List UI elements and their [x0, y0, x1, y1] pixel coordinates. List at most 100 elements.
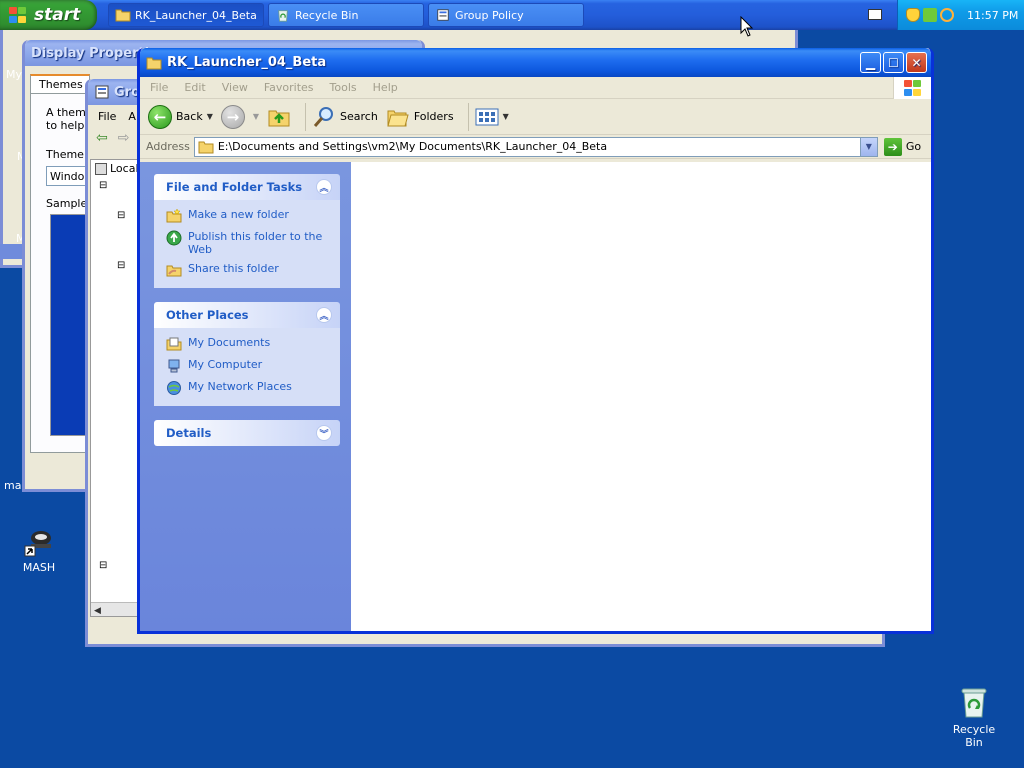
desktop-icon-label: Recycle Bin — [952, 723, 996, 749]
file-list-area[interactable] — [351, 162, 931, 631]
views-button[interactable]: ▼ — [475, 107, 509, 127]
theme-sample-preview — [50, 214, 90, 436]
tree-expander[interactable]: ⊟ — [99, 560, 107, 571]
taskbar-button-rk-launcher[interactable]: RK_Launcher_04_Beta — [108, 3, 264, 27]
explorer-window[interactable]: RK_Launcher_04_Beta ▁ ☐ ✕ File Edit View… — [137, 48, 934, 634]
back-label: Back — [176, 110, 203, 123]
tree-root[interactable]: Local — [95, 162, 139, 175]
menu-edit[interactable]: Edit — [184, 81, 205, 94]
menu-tools[interactable]: Tools — [330, 81, 357, 94]
policy-icon — [95, 162, 107, 175]
menu-action[interactable]: A — [128, 110, 136, 123]
theme-label: Theme: — [46, 148, 88, 161]
folder-icon — [115, 9, 131, 22]
panel-body: My Documents My Computer My Network Plac… — [154, 328, 340, 406]
other-places-panel: Other Places ︽ My Documents My Computer … — [154, 302, 340, 406]
forward-arrow-icon[interactable]: ⇨ — [118, 130, 130, 146]
network-icon[interactable] — [923, 8, 937, 22]
panel-header[interactable]: File and Folder Tasks ︽ — [154, 174, 340, 200]
tree-pane[interactable]: Local ⊟ ⊟ ⊟ ⊟ ◀ — [90, 159, 139, 617]
panel-header[interactable]: Details ︾ — [154, 420, 340, 446]
tree-expander[interactable]: ⊟ — [117, 210, 125, 221]
mash-icon — [24, 531, 51, 557]
close-button[interactable]: ✕ — [906, 52, 927, 73]
tree-expander[interactable]: ⊟ — [99, 180, 107, 191]
views-icon — [475, 108, 499, 125]
place-my-network-places[interactable]: My Network Places — [166, 380, 332, 396]
desktop-icon-label: MASH — [22, 561, 56, 574]
folders-icon — [387, 110, 409, 126]
keyboard-layout-icon[interactable] — [868, 9, 882, 20]
address-value: E:\Documents and Settings\vm2\My Documen… — [217, 140, 608, 153]
minimize-button[interactable]: ▁ — [860, 52, 881, 73]
toolbar-separator — [467, 102, 469, 131]
menu-file[interactable]: File — [150, 81, 168, 94]
minimize-icon: ▁ — [865, 55, 876, 70]
back-arrow-icon[interactable]: ⇦ — [96, 130, 108, 146]
address-dropdown-button[interactable]: ▼ — [859, 137, 877, 156]
search-label: Search — [340, 110, 378, 123]
details-panel: Details ︾ — [154, 420, 340, 446]
task-publish-web[interactable]: Publish this folder to the Web — [166, 230, 332, 256]
clock[interactable]: 11:57 PM — [967, 9, 1018, 22]
my-documents-icon — [166, 337, 182, 351]
window-title[interactable]: RK_Launcher_04_Beta ▁ ☐ ✕ — [140, 48, 931, 77]
dropdown-arrow-icon[interactable]: ▼ — [503, 112, 509, 121]
address-bar: Address E:\Documents and Settings\vm2\My… — [140, 135, 931, 159]
windows-flag-icon — [903, 79, 923, 97]
start-label: start — [34, 5, 81, 25]
recycle-bin-icon — [278, 10, 288, 22]
search-button[interactable]: Search — [312, 105, 378, 129]
security-shield-icon[interactable] — [906, 8, 920, 22]
horizontal-scrollbar[interactable]: ◀ — [91, 602, 137, 616]
up-folder-icon — [268, 110, 290, 126]
dropdown-arrow-icon[interactable]: ▼ — [253, 112, 259, 121]
expand-chevron-icon[interactable]: ︾ — [316, 425, 332, 441]
toolbar-separator — [305, 102, 307, 131]
scroll-left-icon[interactable]: ◀ — [91, 606, 101, 616]
desktop-icon-recycle-bin[interactable]: Recycle Bin — [944, 686, 1004, 749]
back-button[interactable]: ← Back ▼ — [148, 104, 213, 129]
share-folder-icon — [166, 265, 182, 277]
maximize-icon: ☐ — [888, 55, 899, 70]
forward-button[interactable]: → ▼ — [220, 104, 259, 129]
group-policy-icon — [95, 85, 109, 99]
menu-view[interactable]: View — [222, 81, 248, 94]
dropdown-arrow-icon[interactable]: ▼ — [207, 112, 213, 121]
search-icon — [313, 106, 334, 127]
chevron-down-icon: ▼ — [865, 142, 872, 151]
taskbar-button-recycle-bin[interactable]: Recycle Bin — [268, 3, 424, 27]
system-tray: 11:57 PM — [897, 0, 1024, 30]
maximize-button[interactable]: ☐ — [883, 52, 904, 73]
panel-header[interactable]: Other Places ︽ — [154, 302, 340, 328]
desktop-icon-mash[interactable]: MASH — [14, 528, 64, 574]
place-my-computer[interactable]: My Computer — [166, 358, 332, 374]
up-folder-button[interactable] — [267, 105, 291, 129]
description-text: to help — [46, 119, 85, 132]
new-folder-icon — [166, 208, 182, 223]
tree-expander[interactable]: ⊟ — [117, 260, 125, 271]
menu-favorites[interactable]: Favorites — [264, 81, 314, 94]
collapse-chevron-icon[interactable]: ︽ — [316, 307, 332, 323]
panel-body: Make a new folder Publish this folder to… — [154, 200, 340, 288]
search-icon[interactable] — [940, 8, 954, 22]
menubar: File Edit View Favorites Tools Help — [140, 77, 931, 99]
task-share-folder[interactable]: Share this folder — [166, 262, 332, 278]
task-make-new-folder[interactable]: Make a new folder — [166, 208, 332, 224]
folders-button[interactable]: Folders — [386, 106, 454, 128]
taskbar-button-group-policy[interactable]: Group Policy — [428, 3, 584, 27]
menu-file[interactable]: File — [98, 110, 116, 123]
back-arrow-icon: ← — [148, 104, 172, 129]
my-computer-icon — [168, 359, 180, 373]
collapse-chevron-icon[interactable]: ︽ — [316, 179, 332, 195]
mouse-cursor-icon — [740, 16, 754, 37]
address-input[interactable]: E:\Documents and Settings\vm2\My Documen… — [193, 136, 878, 157]
tab-themes[interactable]: Themes — [30, 74, 90, 94]
explorer-content: File and Folder Tasks ︽ Make a new folde… — [140, 162, 931, 631]
place-my-documents[interactable]: My Documents — [166, 336, 332, 352]
forward-arrow-icon: → — [220, 104, 245, 129]
publish-web-icon — [166, 230, 182, 246]
start-button[interactable]: start — [0, 0, 97, 30]
go-button[interactable]: ➔ Go — [883, 137, 921, 156]
menu-help[interactable]: Help — [373, 81, 398, 94]
